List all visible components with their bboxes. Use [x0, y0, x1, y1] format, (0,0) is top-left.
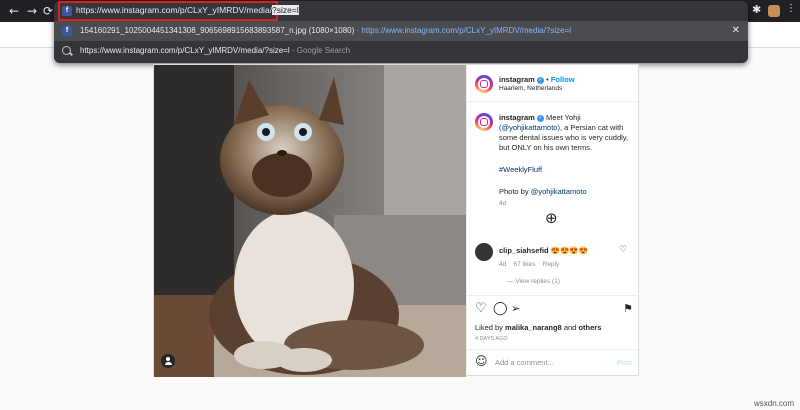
liked-by-prefix: Liked by	[475, 323, 503, 332]
verified-icon: ✓	[536, 76, 544, 84]
comment-body: 😍😍😍😍	[550, 246, 589, 255]
comment-meta: 4d 67 likes Reply	[499, 261, 559, 268]
photo-credit: Photo by @yohjikattamoto	[499, 187, 587, 196]
post-sidebar: instagram ✓ • Follow Haarlem, Netherland…	[466, 65, 641, 377]
post-photo[interactable]	[154, 65, 466, 377]
post-location[interactable]: Haarlem, Netherlands	[499, 85, 562, 92]
liked-by-user[interactable]: malika_narang8	[505, 323, 562, 332]
share-icon[interactable]: ➢	[511, 302, 520, 315]
caption-part: Meet Yohji	[546, 113, 581, 122]
divider	[467, 295, 641, 296]
forward-icon[interactable]: →	[24, 3, 40, 19]
view-replies-label: View replies (1)	[515, 278, 560, 285]
back-icon[interactable]: ←	[6, 3, 22, 19]
cat-image	[154, 65, 466, 377]
divider	[467, 101, 641, 102]
divider	[467, 349, 641, 350]
close-icon[interactable]: ✕	[732, 25, 740, 36]
post-comment-button[interactable]: Post	[617, 358, 632, 367]
caption-age: 4d	[499, 200, 507, 207]
caption-text: instagram ✓ Meet Yohji (@yohjikattamoto)…	[499, 113, 635, 153]
follow-button[interactable]: Follow	[551, 75, 575, 84]
url-input[interactable]: https://www.instagram.com/p/CLxY_yIMRDV/…	[76, 5, 299, 15]
add-comment-input[interactable]: Add a comment...	[495, 358, 554, 367]
extensions-icon[interactable]: ✱	[752, 3, 761, 16]
favicon-icon: f	[62, 26, 72, 36]
suggestion-query: https://www.instagram.com/p/CLxY_yIMRDV/…	[80, 46, 290, 55]
caption-author[interactable]: instagram	[499, 113, 535, 122]
caption-avatar-icon[interactable]	[475, 113, 493, 131]
photo-credit-prefix: Photo by	[499, 187, 529, 196]
load-more-icon[interactable]: ⊕	[545, 209, 558, 227]
instagram-avatar-icon[interactable]	[475, 75, 493, 93]
view-replies-button[interactable]: — View replies (1)	[507, 278, 560, 285]
suggestion-item-page[interactable]: f 154160291_1025004451341308_90656989156…	[54, 21, 748, 41]
tagged-user-icon[interactable]	[161, 354, 175, 368]
search-icon	[62, 46, 71, 55]
reply-button[interactable]: Reply	[543, 261, 560, 268]
instagram-post: instagram ✓ • Follow Haarlem, Netherland…	[153, 64, 641, 377]
suggestion-title: 154160291_1025004451341308_9065698915683…	[80, 26, 355, 35]
verified-icon: ✓	[536, 114, 544, 122]
post-age: 4 DAYS AGO	[475, 336, 508, 342]
post-author-line: instagram ✓ • Follow	[499, 75, 575, 84]
caption-mention[interactable]: (@yohjikattamoto)	[499, 123, 560, 132]
comment-age: 4d	[499, 261, 507, 268]
emoji-icon[interactable]: ☺	[475, 354, 488, 368]
like-icon[interactable]: ♡	[475, 301, 487, 316]
suggestion-item-search[interactable]: https://www.instagram.com/p/CLxY_yIMRDV/…	[54, 41, 748, 61]
comment-likes[interactable]: 67 likes	[513, 261, 535, 268]
comment-text: clip_siahsefid 😍😍😍😍	[499, 246, 588, 255]
bookmark-icon[interactable]: ⚑	[623, 302, 633, 315]
liked-by: Liked by malika_narang8 and others	[475, 323, 601, 332]
suggestion-link: https://www.instagram.com/p/CLxY_yIMRDV/…	[361, 26, 572, 35]
suggestion-suffix: - Google Search	[289, 46, 351, 55]
photo-credit-user[interactable]: @yohjikattamoto	[531, 187, 587, 196]
menu-icon[interactable]: ⋮	[786, 3, 796, 14]
comment-author[interactable]: clip_siahsefid	[499, 246, 549, 255]
omnibox-dropdown: f https://www.instagram.com/p/CLxY_yIMRD…	[54, 1, 748, 63]
url-selected-text: ?size=l	[272, 5, 299, 15]
liked-by-suffix: and	[563, 323, 577, 332]
comment-like-icon[interactable]: ♡	[619, 245, 627, 255]
profile-avatar[interactable]	[768, 5, 780, 17]
hashtag-link[interactable]: #WeeklyFluff	[499, 165, 542, 174]
watermark: wsxdn.com	[753, 399, 794, 408]
address-bar[interactable]: f https://www.instagram.com/p/CLxY_yIMRD…	[54, 1, 748, 21]
commenter-avatar[interactable]	[475, 243, 493, 261]
comment-icon[interactable]: ◯	[493, 301, 508, 316]
post-author[interactable]: instagram	[499, 75, 535, 84]
liked-by-others[interactable]: others	[578, 323, 601, 332]
